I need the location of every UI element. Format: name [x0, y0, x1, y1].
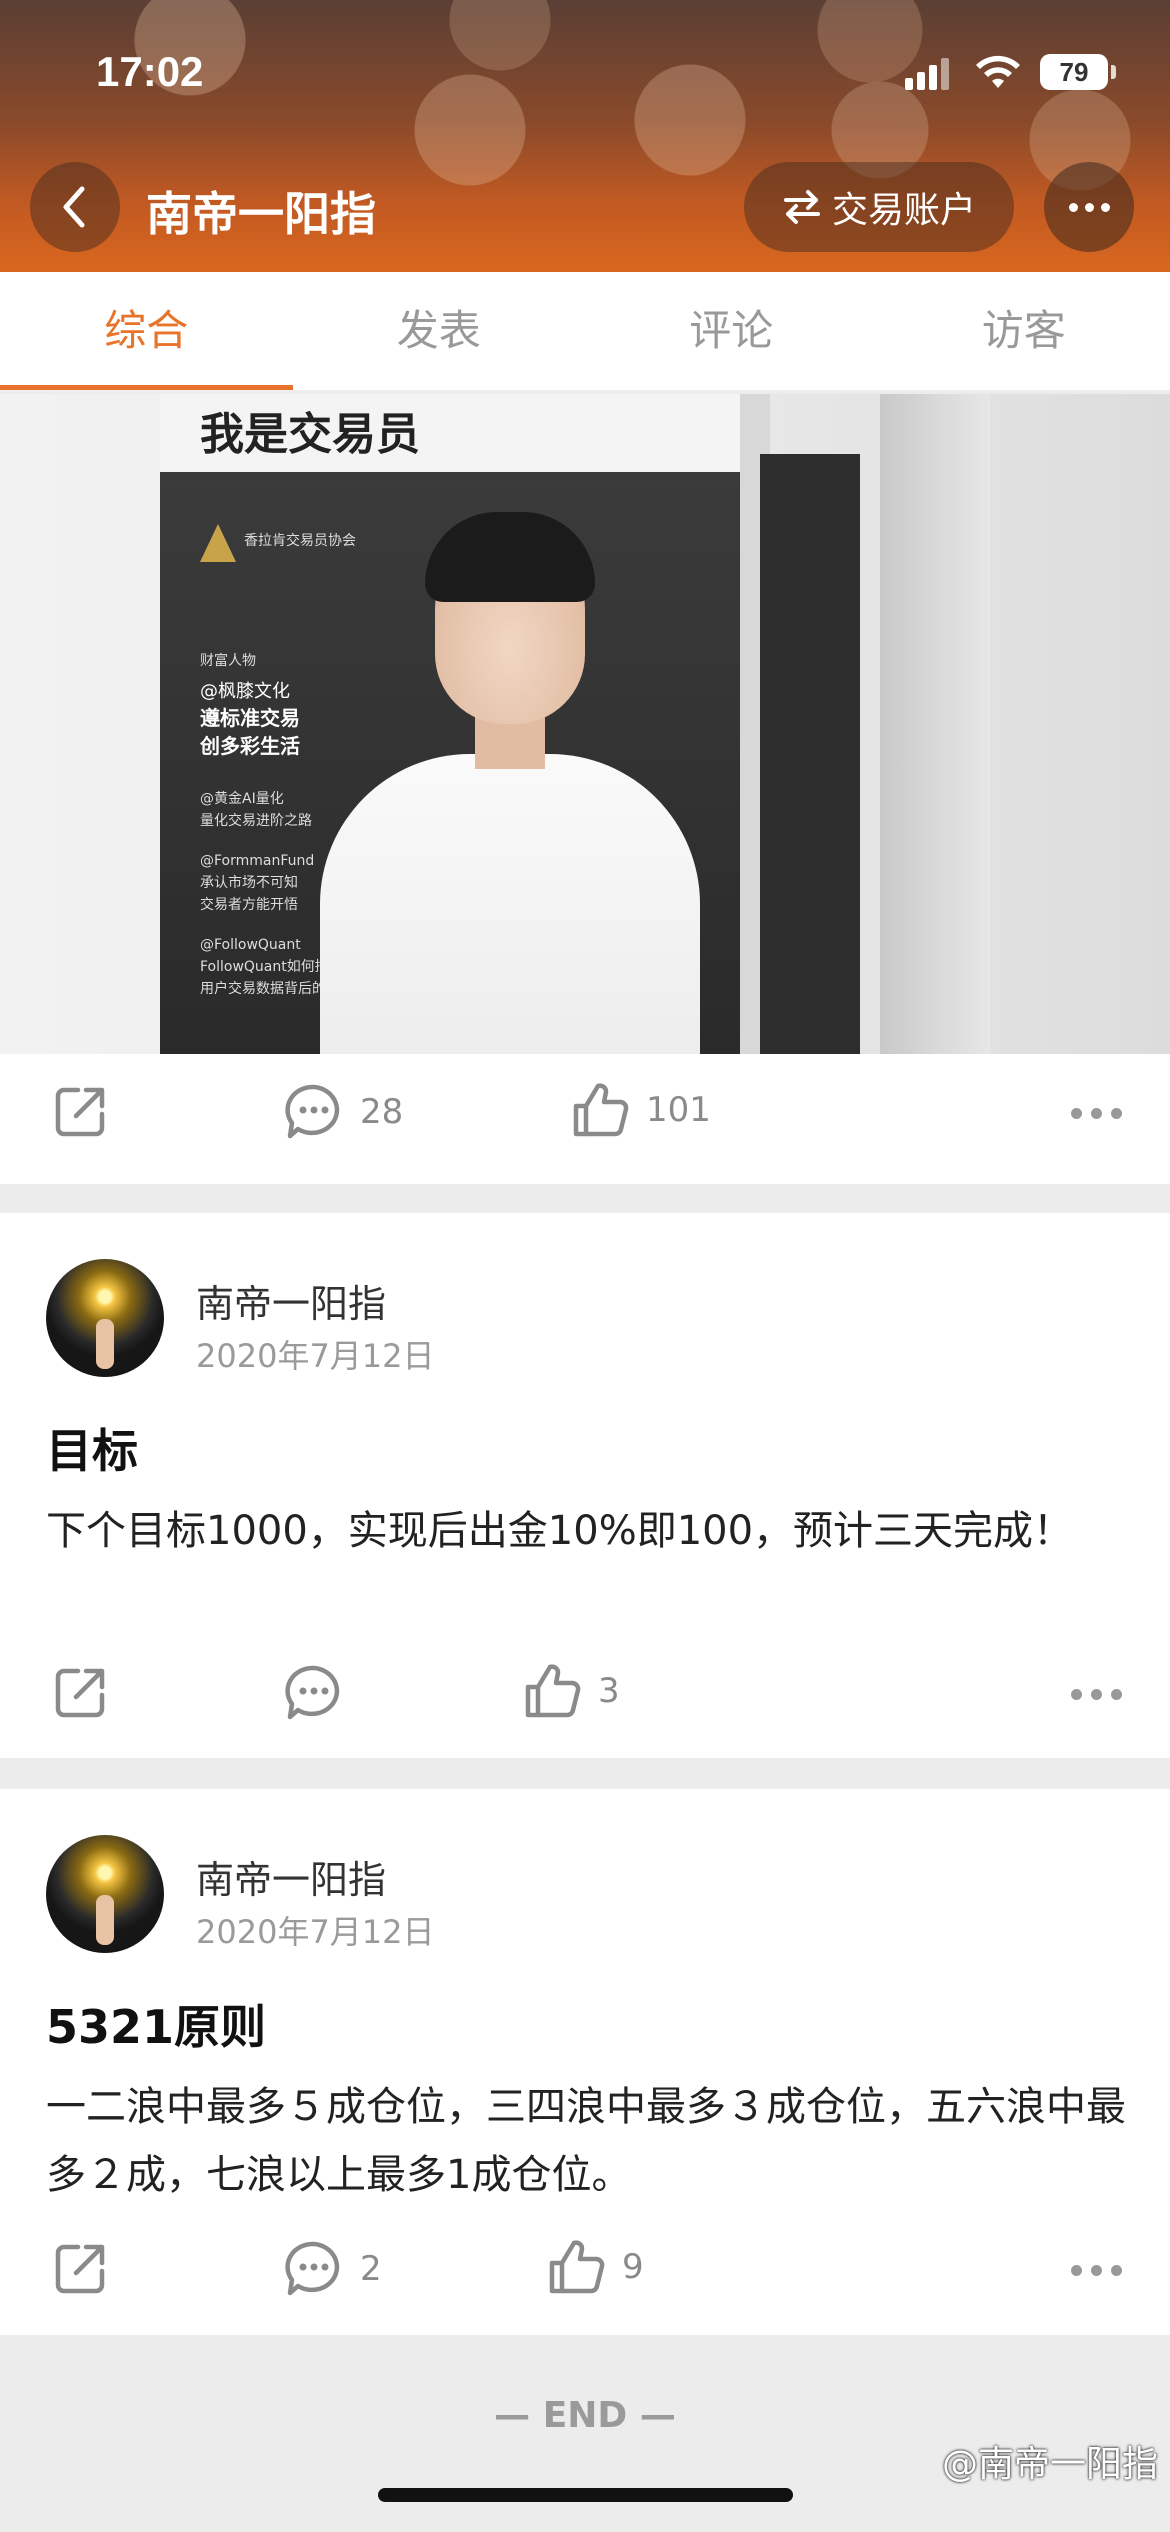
like-button[interactable]: 3 — [522, 1661, 620, 1721]
more-dot-icon — [1071, 2265, 1082, 2276]
screen: 17:02 79 南帝一阳指 交易账户 综合 发表 评论 访客 我是交易员 香拉… — [0, 0, 1170, 2532]
wifi-icon — [976, 55, 1020, 88]
thumbs-up-icon — [525, 1664, 581, 1718]
trade-account-button[interactable]: 交易账户 — [744, 162, 1014, 252]
share-button[interactable] — [52, 1082, 110, 1140]
back-button[interactable] — [30, 162, 120, 252]
thumbs-up-icon — [573, 1083, 629, 1137]
more-dot-icon — [1068, 202, 1078, 212]
more-dot-icon — [1084, 202, 1094, 212]
post-body: 一二浪中最多５成仓位，三四浪中最多３成仓位，五六浪中最多２成，七浪以上最多1成仓… — [46, 2084, 1126, 2198]
post-action-bar: 3 — [0, 1633, 1170, 1753]
comment-icon — [285, 2241, 340, 2296]
magazine-line: @FollowQuant — [200, 937, 301, 953]
like-count: 3 — [598, 1671, 620, 1711]
profile-tabs: 综合 发表 评论 访客 — [0, 272, 1170, 392]
magazine-line: @枫膝文化 — [200, 681, 290, 702]
more-dot-icon — [1111, 1689, 1122, 1700]
post-action-bar: 2 9 — [0, 2209, 1170, 2329]
magazine-line: @FormmanFund — [200, 853, 315, 869]
post-card[interactable]: 南帝一阳指 2020年7月12日 5321原则 一二浪中最多５成仓位，三四浪中最… — [0, 1789, 1170, 2335]
like-button[interactable]: 101 — [570, 1080, 711, 1140]
comment-count: 2 — [360, 2249, 382, 2289]
more-options-button[interactable] — [1044, 162, 1134, 252]
magazine-line: 承认市场不可知 — [200, 875, 298, 891]
magazine-back-2 — [880, 394, 990, 1054]
more-dot-icon — [1091, 1108, 1102, 1119]
post-card[interactable]: 南帝一阳指 2020年7月12日 目标 下个目标1000，实现后出金10%即10… — [0, 1213, 1170, 1758]
share-button[interactable] — [52, 2239, 110, 2297]
status-time: 17:02 — [96, 48, 204, 95]
post-title: 5321原则 — [46, 2000, 267, 2054]
share-icon — [55, 1668, 105, 1718]
signal-icon — [905, 58, 949, 90]
battery-icon: 79 — [1040, 54, 1116, 90]
page-title: 南帝一阳指 — [146, 187, 376, 241]
home-indicator[interactable] — [378, 2488, 793, 2502]
chevron-left-icon — [63, 186, 85, 228]
post-more-button[interactable] — [1071, 1108, 1122, 1119]
like-count: 101 — [646, 1090, 711, 1130]
comment-button[interactable] — [284, 1663, 360, 1723]
comment-count: 28 — [360, 1092, 404, 1132]
magazine-line: @黄金AI量化 — [200, 791, 284, 807]
avatar-hand — [96, 1319, 114, 1369]
person-shirt — [320, 754, 700, 1054]
post-action-bar: 28 101 — [0, 1054, 1170, 1174]
share-icon — [55, 1087, 105, 1137]
like-count: 9 — [622, 2247, 644, 2287]
tab-visitors[interactable]: 访客 — [878, 272, 1170, 390]
magazine-line: 量化交易进阶之路 — [200, 813, 312, 829]
share-button[interactable] — [52, 1663, 110, 1721]
more-dot-icon — [1091, 1689, 1102, 1700]
avatar-hand — [96, 1895, 114, 1945]
post-more-button[interactable] — [1071, 2265, 1122, 2276]
comment-icon — [285, 1665, 340, 1720]
more-dot-icon — [1071, 1108, 1082, 1119]
post-title: 目标 — [46, 1424, 138, 1478]
author-name[interactable]: 南帝一阳指 — [196, 1273, 386, 1328]
comment-button[interactable]: 28 — [284, 1082, 403, 1142]
profile-header: 17:02 79 南帝一阳指 交易账户 — [0, 0, 1170, 272]
end-label: — END — — [494, 2395, 676, 2436]
comment-button[interactable]: 2 — [284, 2239, 382, 2299]
tab-overview[interactable]: 综合 — [0, 272, 293, 390]
magazine-line: 创多彩生活 — [200, 734, 300, 758]
feed-end: — END — @南帝一阳指 — [0, 2335, 1170, 2532]
magazine-org: 香拉肯交易员协会 — [244, 533, 356, 549]
author-avatar[interactable] — [46, 1259, 164, 1377]
magazine-title: 我是交易员 — [200, 409, 420, 460]
more-dot-icon — [1091, 2265, 1102, 2276]
post-date: 2020年7月12日 — [196, 1913, 435, 1951]
org-logo-icon — [200, 524, 236, 562]
author-name[interactable]: 南帝一阳指 — [196, 1849, 386, 1904]
status-bar: 17:02 79 — [0, 0, 1170, 140]
swap-icon — [783, 190, 820, 224]
magazine-back — [760, 454, 860, 1054]
watermark: @南帝一阳指 — [941, 2444, 1158, 2485]
tab-comments[interactable]: 评论 — [585, 272, 878, 390]
post-date: 2020年7月12日 — [196, 1337, 435, 1375]
image-post-card: 我是交易员 香拉肯交易员协会 财富人物 @枫膝文化 遵标准交易 创多彩生活 @黄… — [0, 394, 1170, 1184]
share-icon — [55, 2244, 105, 2294]
tab-posts[interactable]: 发表 — [293, 272, 586, 390]
like-button[interactable]: 9 — [546, 2237, 644, 2297]
more-dot-icon — [1100, 202, 1110, 212]
thumbs-up-icon — [549, 2240, 605, 2294]
post-body: 下个目标1000，实现后出金10%即100，预计三天完成！ — [46, 1508, 1074, 1554]
post-image[interactable]: 我是交易员 香拉肯交易员协会 财富人物 @枫膝文化 遵标准交易 创多彩生活 @黄… — [0, 394, 1170, 1054]
more-dot-icon — [1111, 1108, 1122, 1119]
post-more-button[interactable] — [1071, 1689, 1122, 1700]
magazine-line: 遵标准交易 — [200, 706, 300, 730]
trade-account-label: 交易账户 — [831, 190, 976, 231]
more-dot-icon — [1071, 1689, 1082, 1700]
magazine-line: 交易者方能开悟 — [200, 897, 298, 913]
magazine-line: 财富人物 — [200, 653, 256, 669]
more-dot-icon — [1111, 2265, 1122, 2276]
comment-icon — [285, 1084, 340, 1139]
author-avatar[interactable] — [46, 1835, 164, 1953]
